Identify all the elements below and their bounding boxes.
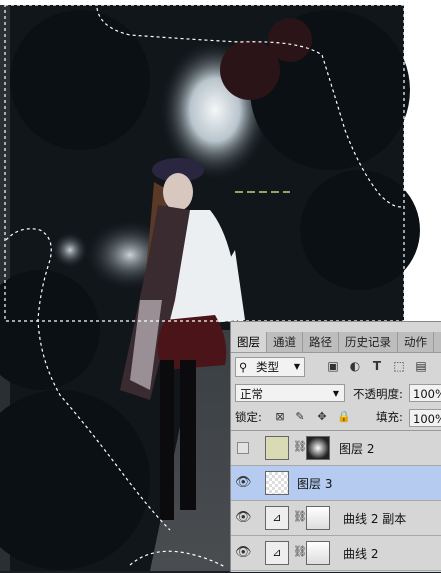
layer-mask-thumbnail (306, 436, 330, 460)
tab-paths[interactable]: 路径 (303, 332, 339, 352)
filter-kind-select[interactable]: ⚲ 类型 ▼ (235, 357, 305, 377)
blend-mode-select[interactable]: 正常 ▼ (235, 384, 345, 402)
smart-object-filter-icon[interactable]: ▤ (414, 359, 428, 373)
opacity-label: 不透明度: (353, 387, 403, 401)
layers-list: ⛓ 图层 2 👁 图层 3 👁 ⊿ ⛓ 曲线 2 副本 👁 ⊿ ⛓ 曲线 2 (231, 430, 441, 573)
shape-filter-icon[interactable]: ⬚ (392, 359, 406, 373)
lock-label: 锁定: (235, 410, 262, 424)
blend-chevron-icon: ▼ (332, 389, 339, 398)
lock-row: 锁定: ⊠ ✎ ✥ 🔒 填充: 100% (231, 407, 441, 431)
layer-thumbnail (265, 471, 289, 495)
link-icon: ⛓ (293, 510, 307, 523)
layer-mask-thumbnail (306, 506, 330, 530)
layer-row-curves2[interactable]: 👁 ⊿ ⛓ 曲线 2 (231, 536, 441, 571)
fill-label: 填充: (376, 410, 403, 424)
layer-name: 图层 3 (297, 477, 333, 491)
adjustment-filter-icon[interactable]: ◐ (348, 359, 362, 373)
blend-row: 正常 ▼ 不透明度: 100% (231, 382, 441, 406)
panel-tabs: 图层 通道 路径 历史记录 动作 (231, 332, 441, 353)
tab-layers[interactable]: 图层 (231, 332, 267, 352)
lock-brush-icon[interactable]: ✎ (293, 410, 307, 424)
layers-panel: 图层 通道 路径 历史记录 动作 ⚲ 类型 ▼ ▣ ◐ T ⬚ ▤ 正常 ▼ 不… (230, 321, 441, 572)
chevron-down-icon: ▼ (293, 362, 300, 371)
layer-row-curves2-copy[interactable]: 👁 ⊿ ⛓ 曲线 2 副本 (231, 501, 441, 536)
lock-all-icon[interactable]: 🔒 (337, 410, 351, 424)
eye-icon[interactable]: 👁 (235, 545, 252, 561)
layer-row-layer2[interactable]: ⛓ 图层 2 (231, 431, 441, 466)
fill-input[interactable]: 100% (409, 409, 441, 427)
layer-mask-thumbnail (306, 541, 330, 565)
opacity-input[interactable]: 100% (409, 384, 441, 402)
layer-thumbnail (265, 436, 289, 460)
blend-mode-value: 正常 (240, 387, 263, 401)
layer-name: 曲线 2 (343, 547, 379, 561)
layer-name: 图层 2 (339, 442, 375, 456)
lock-transparent-icon[interactable]: ⊠ (273, 410, 287, 424)
tab-channels[interactable]: 通道 (267, 332, 303, 352)
tab-actions[interactable]: 动作 (398, 332, 434, 352)
type-filter-icon[interactable]: T (370, 359, 384, 373)
lock-move-icon[interactable]: ✥ (315, 410, 329, 424)
link-icon: ⛓ (293, 545, 307, 558)
layer-row-layer3[interactable]: 👁 图层 3 (231, 466, 441, 501)
filter-kind-value: 类型 (256, 360, 279, 374)
link-icon: ⛓ (293, 440, 307, 453)
curves-adjustment-icon: ⊿ (265, 506, 289, 530)
curves-adjustment-icon: ⊿ (265, 541, 289, 565)
search-icon: ⚲ (239, 360, 248, 374)
image-filter-icon[interactable]: ▣ (326, 359, 340, 373)
layer-name: 曲线 2 副本 (343, 512, 407, 526)
filter-toolbar: ⚲ 类型 ▼ ▣ ◐ T ⬚ ▤ (231, 353, 441, 381)
eye-icon[interactable]: 👁 (235, 510, 252, 526)
visibility-toggle-empty[interactable] (237, 442, 249, 454)
eye-icon[interactable]: 👁 (235, 475, 252, 491)
tab-history[interactable]: 历史记录 (339, 332, 398, 352)
